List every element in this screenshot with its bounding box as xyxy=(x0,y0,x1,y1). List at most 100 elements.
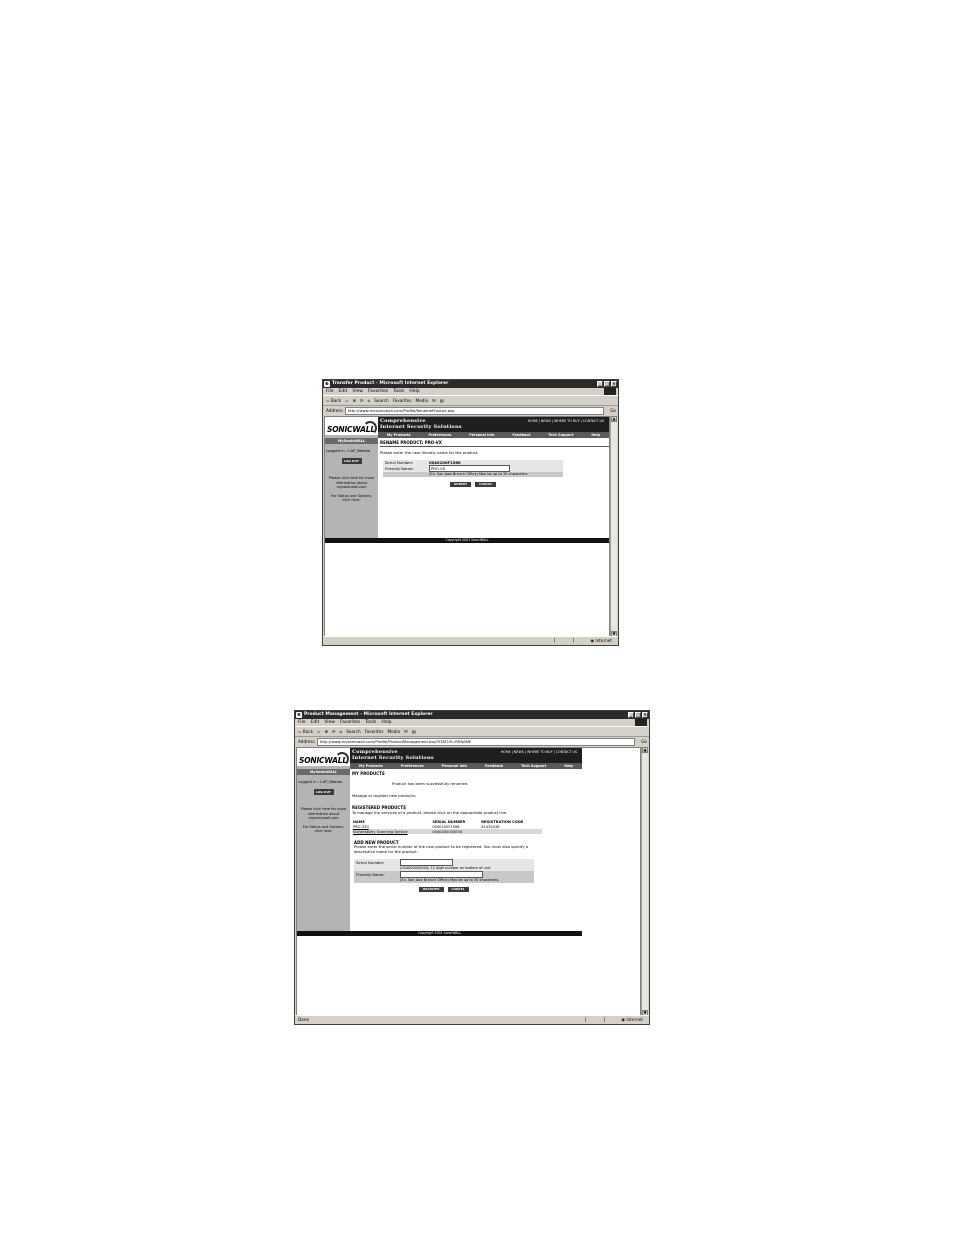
nav-personal-info[interactable]: Personal Info xyxy=(442,763,467,769)
back-button[interactable]: ⇦ Back xyxy=(326,396,341,405)
mail-button[interactable]: ✉ xyxy=(404,727,408,736)
mail-button[interactable]: ✉ xyxy=(432,396,436,405)
rename-form: Serial Number: 0040100F1566 Friendly Nam… xyxy=(383,460,563,477)
nav-tech-support[interactable]: Tech Support xyxy=(521,763,546,769)
forward-button[interactable]: ⇨ xyxy=(317,727,321,736)
product-serial: 0040000000034 xyxy=(431,829,481,834)
window-title: Product Management - Microsoft Internet … xyxy=(304,712,433,717)
sonicwall-logo[interactable]: SONICWALL xyxy=(297,748,350,766)
status-options-link[interactable]: For Status and Options, click here. xyxy=(325,494,378,503)
status-text: Done xyxy=(298,1017,310,1022)
media-button[interactable]: Media xyxy=(416,396,429,405)
menu-file[interactable]: File xyxy=(298,719,306,726)
search-button[interactable]: Search xyxy=(374,396,388,405)
serial-input[interactable] xyxy=(400,859,453,866)
search-button[interactable]: Search xyxy=(346,727,360,736)
friendly-name-input[interactable]: PRO-VX xyxy=(429,465,510,472)
status-divider xyxy=(585,1017,605,1022)
top-links[interactable]: HOME | NEWS | WHERE TO BUY | CONTACT US xyxy=(501,750,577,754)
back-button[interactable]: ⇦ Back xyxy=(298,727,313,736)
info-link[interactable]: Please click here for more information a… xyxy=(325,476,378,490)
menu-edit[interactable]: Edit xyxy=(311,719,320,726)
status-options-link[interactable]: For Status and Options, click here. xyxy=(297,825,350,834)
site-banner: Comprehensive Internet Security Solution… xyxy=(378,417,609,432)
logout-button[interactable]: LOG OUT xyxy=(341,458,362,464)
product-name-link[interactable]: Vulnerability Scanning Service xyxy=(352,829,432,834)
forward-button[interactable]: ⇨ xyxy=(345,396,349,405)
window-titlebar: e Transfer Product - Microsoft Internet … xyxy=(323,380,618,388)
home-button[interactable]: ⌂ xyxy=(368,396,371,405)
add-product-text: Please enter the serial number of the ne… xyxy=(354,844,529,854)
go-button[interactable]: Go xyxy=(641,737,647,746)
nav-my-products[interactable]: My Products xyxy=(387,432,411,438)
nav-tech-support[interactable]: Tech Support xyxy=(548,432,573,438)
menu-favorites[interactable]: Favorites xyxy=(340,719,360,726)
close-button[interactable]: × xyxy=(642,712,648,718)
cancel-button[interactable]: CANCEL xyxy=(447,887,469,892)
menu-tools[interactable]: Tools xyxy=(393,388,404,395)
info-link[interactable]: Please click here for more information a… xyxy=(297,807,350,821)
home-button[interactable]: ⌂ xyxy=(340,727,343,736)
nav-feedback[interactable]: Feedback xyxy=(512,432,530,438)
media-button[interactable]: Media xyxy=(388,727,401,736)
friendly-name-hint: (Ex. San Jose Branch Office) May be up t… xyxy=(354,878,534,883)
nav-feedback[interactable]: Feedback xyxy=(485,763,503,769)
print-button[interactable]: ▤ xyxy=(440,396,444,405)
menu-file[interactable]: File xyxy=(326,388,334,395)
site-nav: My Products Preferences Personal Info Fe… xyxy=(350,763,582,769)
nav-help[interactable]: Help xyxy=(564,763,573,769)
page-title: RENAME PRODUCT: PRO-VX xyxy=(380,440,609,447)
nav-preferences[interactable]: Preferences xyxy=(401,763,424,769)
top-links[interactable]: HOME | NEWS | WHERE TO BUY | CONTACT US xyxy=(528,419,604,423)
nav-preferences[interactable]: Preferences xyxy=(428,432,451,438)
menu-tools[interactable]: Tools xyxy=(365,719,376,726)
address-input[interactable]: http://www.mysonicwall.com/Profile/Produ… xyxy=(316,737,635,746)
friendly-name-hint: (Ex. San Jose Branch Office) Max be up t… xyxy=(383,472,563,477)
go-button[interactable]: Go xyxy=(610,406,616,415)
main-content: MY PRODUCTS Product has been successfull… xyxy=(352,771,580,931)
vertical-scrollbar[interactable]: ▲ ▼ xyxy=(610,416,617,637)
print-button[interactable]: ▤ xyxy=(412,727,416,736)
manage-text: Manage or register new products: xyxy=(352,793,417,798)
table-row[interactable]: Vulnerability Scanning Service 004000000… xyxy=(352,829,542,834)
stop-button[interactable]: ⊗ xyxy=(353,396,357,405)
menu-view[interactable]: View xyxy=(352,388,363,395)
site-footer: Copyright 2001 SonicWALL xyxy=(325,538,609,543)
favorites-button[interactable]: Favorites xyxy=(365,727,384,736)
nav-help[interactable]: Help xyxy=(591,432,600,438)
stop-button[interactable]: ⊗ xyxy=(325,727,329,736)
site-footer: Copyright 2001 SonicWALL xyxy=(297,931,582,936)
submit-button[interactable]: SUBMIT xyxy=(450,482,472,487)
minimize-button[interactable]: _ xyxy=(628,712,634,718)
scroll-up-icon[interactable]: ▲ xyxy=(611,416,617,422)
vertical-scrollbar[interactable]: ▲ ▼ xyxy=(641,747,648,1016)
logged-in-text: Logged in : LAP_Wentw xyxy=(298,779,343,784)
site-banner: Comprehensive Internet Security Solution… xyxy=(350,748,582,763)
cancel-button[interactable]: CANCEL xyxy=(475,482,497,487)
menu-favorites[interactable]: Favorites xyxy=(368,388,388,395)
refresh-button[interactable]: ⟳ xyxy=(332,727,336,736)
minimize-button[interactable]: _ xyxy=(597,381,603,387)
logo-swoosh-icon xyxy=(335,752,349,766)
refresh-button[interactable]: ⟳ xyxy=(360,396,364,405)
scroll-up-icon[interactable]: ▲ xyxy=(642,747,648,753)
address-input[interactable]: http://www.mysonicwall.com/Profile/Renam… xyxy=(344,406,604,415)
menu-help[interactable]: Help xyxy=(381,719,391,726)
nav-personal-info[interactable]: Personal Info xyxy=(469,432,494,438)
register-button[interactable]: REGISTER xyxy=(419,887,444,892)
close-button[interactable]: × xyxy=(611,381,617,387)
friendly-name-input[interactable] xyxy=(400,871,483,878)
maximize-button[interactable]: □ xyxy=(635,712,641,718)
nav-my-products[interactable]: My Products xyxy=(359,763,383,769)
window-title: Transfer Product - Microsoft Internet Ex… xyxy=(332,381,449,386)
menu-help[interactable]: Help xyxy=(409,388,419,395)
favorites-button[interactable]: Favorites xyxy=(393,396,412,405)
serial-label: Serial Number: xyxy=(385,460,414,465)
logout-button[interactable]: LOG OUT xyxy=(313,789,334,795)
product-regcode xyxy=(480,829,542,834)
menu-edit[interactable]: Edit xyxy=(339,388,348,395)
status-divider xyxy=(554,638,574,643)
sonicwall-logo[interactable]: SONICWALL xyxy=(325,417,378,435)
maximize-button[interactable]: □ xyxy=(604,381,610,387)
menu-view[interactable]: View xyxy=(324,719,335,726)
